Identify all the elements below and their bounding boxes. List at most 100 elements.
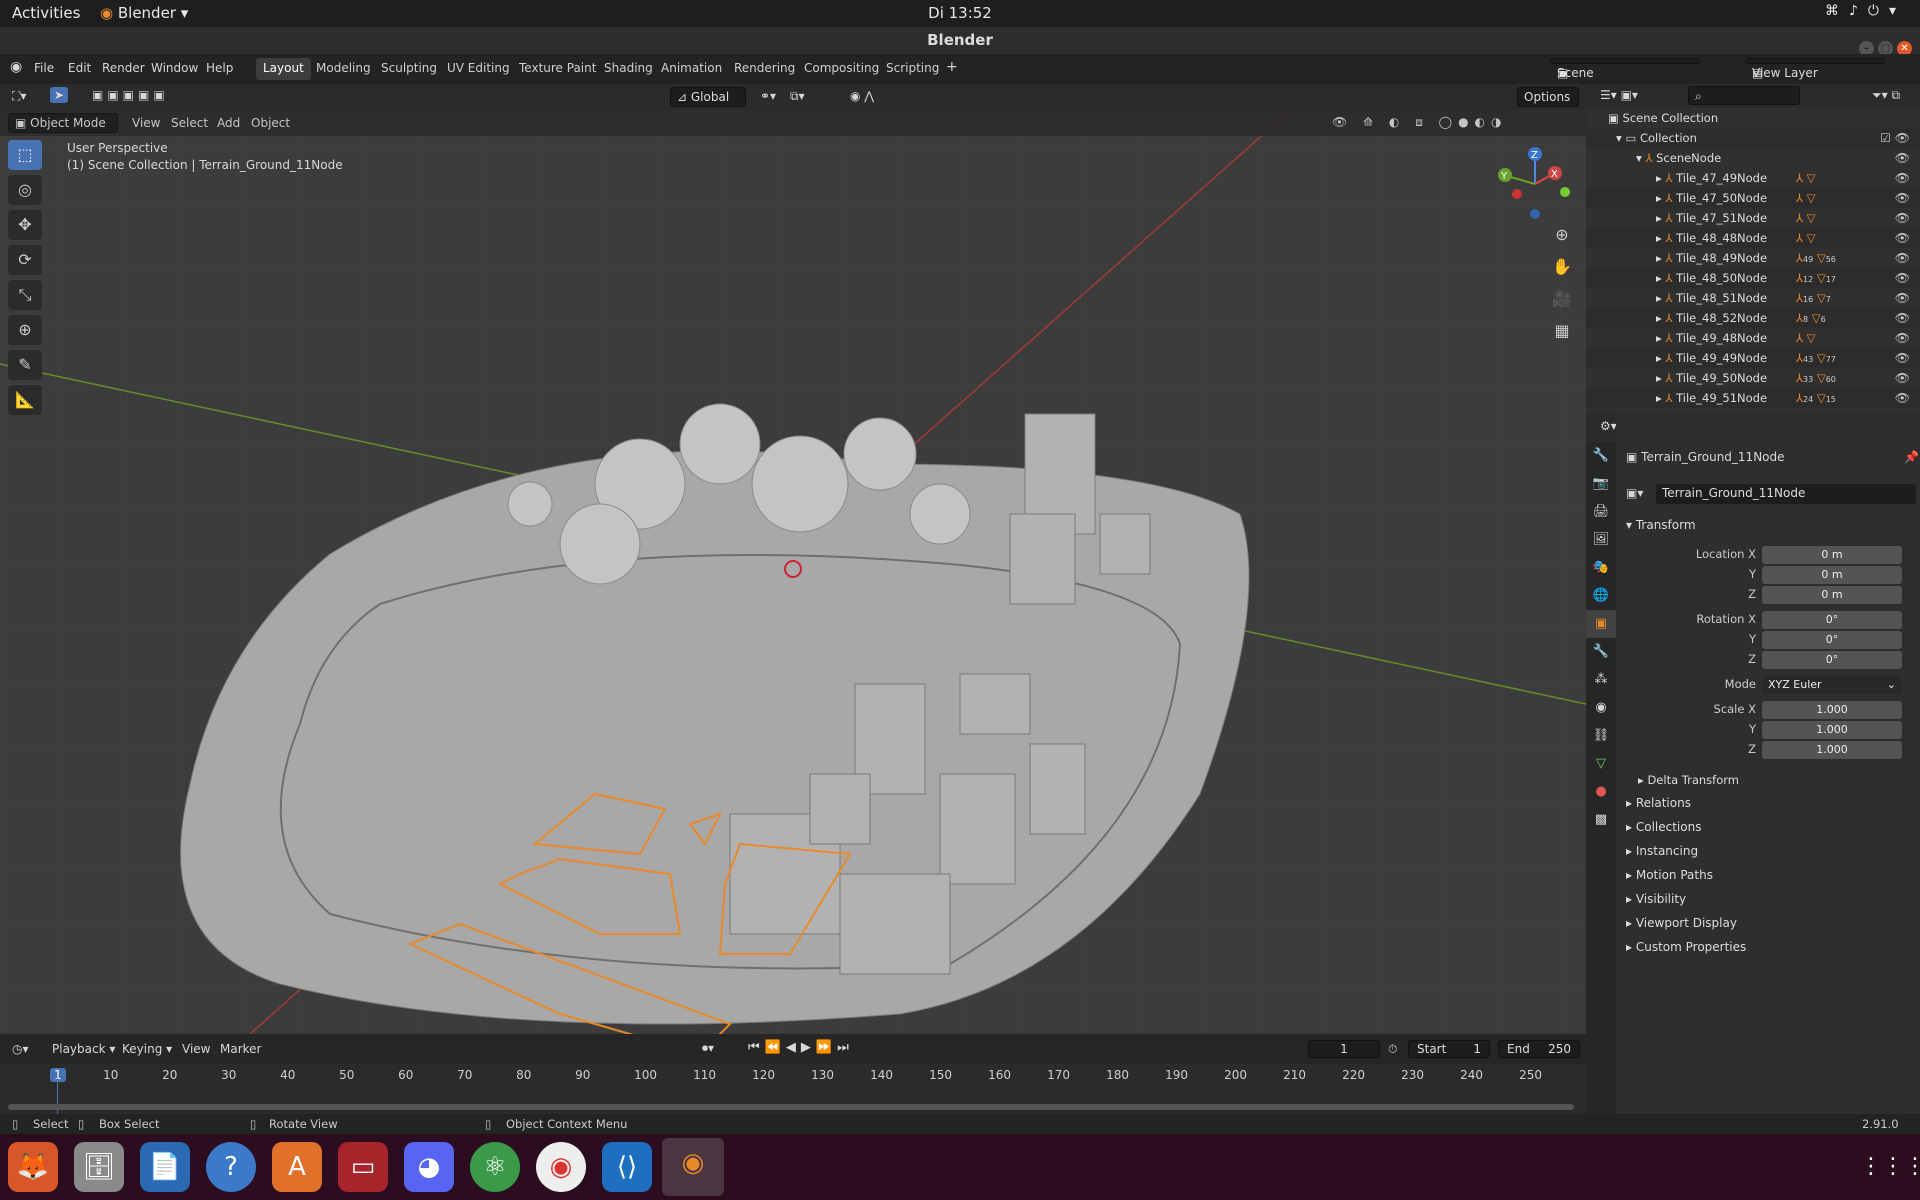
output-tab-icon[interactable]: 🖨: [1586, 498, 1616, 526]
transform-section[interactable]: ▾ Transform: [1626, 518, 1696, 532]
filter-icon[interactable]: ⏷▾ ⧉: [1872, 88, 1900, 103]
data-block-selector-icon[interactable]: ▣▾: [1626, 486, 1643, 500]
outliner-tile-row[interactable]: ▸ ⅄ Tile_48_49Node ⅄49 ▽56 👁: [1586, 248, 1920, 268]
move-tool-icon[interactable]: ✥: [8, 210, 42, 240]
outliner-editor-icon[interactable]: ☰▾ ▣▾: [1600, 88, 1638, 102]
menu-keying[interactable]: Keying ▾: [122, 1042, 172, 1056]
scale-x-field[interactable]: 1.000: [1762, 701, 1902, 719]
eye-icon[interactable]: 👁: [1895, 228, 1910, 248]
menu-window[interactable]: Window: [151, 61, 198, 75]
section-relations[interactable]: ▸ Relations: [1626, 796, 1691, 810]
tool-tab-icon[interactable]: 🔧: [1586, 442, 1616, 470]
rotation-x-field[interactable]: 0°: [1762, 611, 1902, 629]
tab-scripting[interactable]: Scripting: [879, 58, 946, 80]
transform-tool-icon[interactable]: ⊕: [8, 315, 42, 345]
location-y-field[interactable]: 0 m: [1762, 566, 1902, 584]
menu-object[interactable]: Object: [251, 116, 290, 130]
menu-select[interactable]: Select: [171, 116, 208, 130]
scene-selector[interactable]: ▣ Scene: [1550, 58, 1700, 80]
eye-icon[interactable]: 👁: [1895, 328, 1910, 348]
eye-icon[interactable]: 👁: [1895, 368, 1910, 388]
view-layer-tab-icon[interactable]: 🖼: [1586, 526, 1616, 554]
eye-icon[interactable]: 👁: [1895, 248, 1910, 268]
annotate-tool-icon[interactable]: ✎: [8, 350, 42, 380]
eye-icon[interactable]: ☑ 👁: [1880, 128, 1910, 148]
transform-orientation[interactable]: ⊿ Global: [670, 87, 746, 107]
pan-hand-icon[interactable]: ✋: [1548, 254, 1576, 280]
tree-scene-node[interactable]: ▾ ⅄ SceneNode 👁: [1586, 148, 1920, 168]
eye-icon[interactable]: 👁: [1895, 148, 1910, 168]
rotation-mode-select[interactable]: XYZ Euler ⌄: [1762, 676, 1902, 694]
blender-dock-icon[interactable]: ◉: [662, 1138, 724, 1196]
tree-collection[interactable]: ▾ ▭ Collection ☑ 👁: [1586, 128, 1920, 148]
ortho-grid-icon[interactable]: ▦: [1548, 318, 1576, 344]
zoom-icon[interactable]: ⊕: [1548, 222, 1576, 248]
software-center-icon[interactable]: A: [272, 1142, 322, 1192]
playback-controls[interactable]: ⏮⏪◀▶⏩⏭: [748, 1040, 854, 1055]
pin-icon[interactable]: 📌: [1904, 450, 1919, 464]
outliner-search-input[interactable]: ⌕: [1688, 86, 1800, 105]
world-tab-icon[interactable]: 🌐: [1586, 582, 1616, 610]
constraints-tab-icon[interactable]: ⛓: [1586, 722, 1616, 750]
options-dropdown[interactable]: Options: [1517, 87, 1579, 107]
terminal-icon[interactable]: ▭: [338, 1142, 388, 1192]
writer-icon[interactable]: 📄: [140, 1142, 190, 1192]
3d-viewport[interactable]: ⛶▾ ➤ ▣▣▣▣▣ ⊿ Global ⚭▾ ⧉▾ ◉ ⋀ Options ▣ …: [0, 84, 1586, 1034]
blender-logo-icon[interactable]: ◉: [10, 59, 22, 75]
menu-view[interactable]: View: [132, 116, 160, 130]
menu-marker[interactable]: Marker: [220, 1042, 261, 1056]
pivot-icon[interactable]: ⚭▾: [760, 89, 776, 103]
menu-timeline-view[interactable]: View: [182, 1042, 210, 1056]
cursor-tool-icon[interactable]: ◎: [8, 175, 42, 205]
section-instancing[interactable]: ▸ Instancing: [1626, 844, 1698, 858]
tab-texture-paint[interactable]: Texture Paint: [512, 58, 603, 80]
outliner-tile-row[interactable]: ▸ ⅄ Tile_48_51Node ⅄16 ▽7 👁: [1586, 288, 1920, 308]
object-name-field[interactable]: Terrain_Ground_11Node: [1656, 484, 1916, 504]
timeline-scrollbar[interactable]: [8, 1104, 1574, 1110]
select-box-tool-icon[interactable]: ⬚: [8, 140, 42, 170]
measure-tool-icon[interactable]: 📐: [8, 385, 42, 415]
editor-type-icon[interactable]: ⛶▾: [12, 89, 26, 104]
files-icon[interactable]: 🗄: [74, 1142, 124, 1192]
section-motion-paths[interactable]: ▸ Motion Paths: [1626, 868, 1713, 882]
tab-rendering[interactable]: Rendering: [727, 58, 802, 80]
eye-icon[interactable]: 👁: [1895, 268, 1910, 288]
modifier-tab-icon[interactable]: 🔧: [1586, 638, 1616, 666]
menu-add[interactable]: Add: [217, 116, 240, 130]
eye-icon[interactable]: 👁: [1895, 308, 1910, 328]
mode-selector[interactable]: ▣ Object Mode: [8, 113, 118, 133]
section-visibility[interactable]: ▸ Visibility: [1626, 892, 1686, 906]
rotate-tool-icon[interactable]: ⟳: [8, 245, 42, 275]
render-tab-icon[interactable]: 📷: [1586, 470, 1616, 498]
tab-shading[interactable]: Shading: [597, 58, 660, 80]
physics-tab-icon[interactable]: ◉: [1586, 694, 1616, 722]
current-frame-field[interactable]: 1: [1308, 1040, 1380, 1058]
outliner-tile-row[interactable]: ▸ ⅄ Tile_47_50Node ⅄ ▽ 👁: [1586, 188, 1920, 208]
scale-z-field[interactable]: 1.000: [1762, 741, 1902, 759]
tab-uv-editing[interactable]: UV Editing: [440, 58, 517, 80]
firefox-icon[interactable]: 🦊: [8, 1142, 58, 1192]
activities-button[interactable]: Activities: [12, 4, 80, 22]
timeline-editor-icon[interactable]: ◷▾: [12, 1042, 29, 1056]
tab-layout[interactable]: Layout: [256, 58, 311, 80]
clock[interactable]: Di 13:52: [0, 4, 1920, 22]
section-viewport-display[interactable]: ▸ Viewport Display: [1626, 916, 1737, 930]
proportional-edit-icon[interactable]: ◉ ⋀: [850, 89, 874, 103]
shading-icons[interactable]: 👁 ⟰ ◐ ⧈ ◯●◐◑: [1332, 115, 1508, 130]
object-tab-icon[interactable]: ▣: [1586, 610, 1616, 638]
particles-tab-icon[interactable]: ⁂: [1586, 666, 1616, 694]
eye-icon[interactable]: 👁: [1895, 388, 1910, 408]
navigation-gizmo[interactable]: Z X Y: [1495, 144, 1575, 224]
outliner-tile-row[interactable]: ▸ ⅄ Tile_49_50Node ⅄33 ▽60 👁: [1586, 368, 1920, 388]
discord-icon[interactable]: ◕: [404, 1142, 454, 1192]
outliner-tile-row[interactable]: ▸ ⅄ Tile_47_51Node ⅄ ▽ 👁: [1586, 208, 1920, 228]
scale-tool-icon[interactable]: ⤡: [8, 280, 42, 310]
eye-icon[interactable]: 👁: [1895, 188, 1910, 208]
app-menu[interactable]: ◉ Blender ▾: [100, 4, 188, 22]
end-frame-field[interactable]: End 250: [1498, 1040, 1580, 1058]
section-custom-properties[interactable]: ▸ Custom Properties: [1626, 940, 1746, 954]
menu-file[interactable]: File: [34, 61, 54, 75]
select-mode-icons[interactable]: ▣▣▣▣▣: [92, 88, 169, 102]
texture-tab-icon[interactable]: ▩: [1586, 806, 1616, 834]
menu-edit[interactable]: Edit: [68, 61, 91, 75]
